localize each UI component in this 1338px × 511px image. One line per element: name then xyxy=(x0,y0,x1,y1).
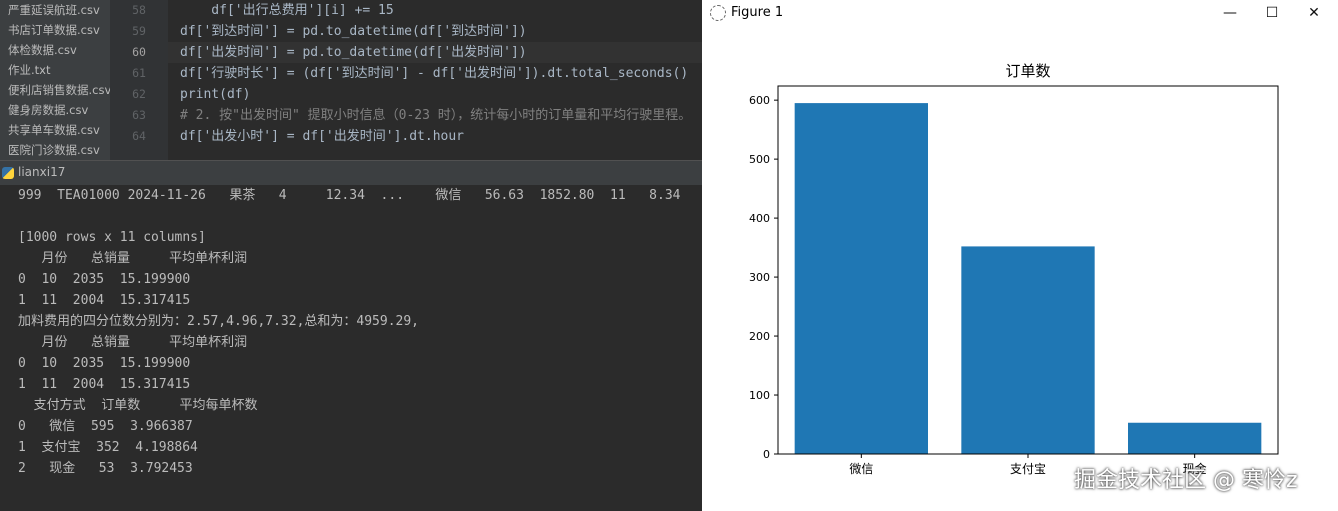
line-number: 64 xyxy=(132,129,146,143)
project-file-list: 严重延误航班.csv 书店订单数据.csv 体检数据.csv 作业.txt 便利店销售数… xyxy=(0,0,110,160)
file-item[interactable]: 作业.txt xyxy=(0,60,110,80)
code-line[interactable]: df['出行总费用'][i] += 15 xyxy=(168,0,702,21)
maximize-button[interactable]: ☐ xyxy=(1252,2,1292,24)
code-line[interactable]: df['到达时间'] = pd.to_datetime(df['到达时间']) xyxy=(168,21,702,42)
y-tick-label: 600 xyxy=(749,94,770,107)
console-line: 1 支付宝 352 4.198864 xyxy=(18,440,198,455)
console-line: 月份 总销量 平均单杯利润 xyxy=(18,251,248,266)
bar xyxy=(961,246,1095,454)
code-line[interactable]: # 2. 按"出发时间" 提取小时信息（0-23 时），统计每小时的订单量和平均… xyxy=(168,105,702,126)
x-tick-label: 微信 xyxy=(849,462,873,476)
y-tick-label: 0 xyxy=(763,448,770,461)
code-editor[interactable]: df['出行总费用'][i] += 15 df['到达时间'] = pd.to_d… xyxy=(168,0,702,160)
console-line: 0 10 2035 15.199900 xyxy=(18,272,191,287)
file-item[interactable]: 严重延误航班.csv xyxy=(0,0,110,20)
y-tick-label: 300 xyxy=(749,271,770,284)
file-item[interactable]: 便利店销售数据.csv xyxy=(0,80,110,100)
console-line: 1 11 2004 15.317415 xyxy=(18,293,191,308)
chart-title: 订单数 xyxy=(1005,62,1050,80)
console-line: 0 10 2035 15.199900 xyxy=(18,356,191,371)
watermark: 掘金技术社区 @ 寒怜z xyxy=(1074,468,1298,493)
file-item[interactable]: 健身房数据.csv xyxy=(0,100,110,120)
y-tick-label: 400 xyxy=(749,212,770,225)
code-line[interactable]: df['出发时间'] = pd.to_datetime(df['出发时间']) xyxy=(168,42,702,63)
console-line: 加料费用的四分位数分别为：2.57,4.96,7.32,总和为：4959.29, xyxy=(18,314,420,329)
line-number: 63 xyxy=(132,108,146,122)
console-line: 1 11 2004 15.317415 xyxy=(18,377,191,392)
file-item[interactable]: 体检数据.csv xyxy=(0,40,110,60)
minimize-button[interactable]: — xyxy=(1210,2,1250,24)
console-line: 0 微信 595 3.966387 xyxy=(18,419,193,434)
run-tool-window-header: lianxi17 xyxy=(0,160,702,186)
console-line: 999 TEA01000 2024-11-26 果茶 4 12.34 ... 微… xyxy=(18,188,681,203)
console-line: 支付方式 订单数 平均每单杯数 xyxy=(18,398,258,413)
code-line[interactable]: df['行驶时长'] = (df['到达时间'] - df['出发时间']).d… xyxy=(168,63,702,84)
close-button[interactable]: ✕ xyxy=(1294,2,1334,24)
console-line: [1000 rows x 11 columns] xyxy=(18,230,206,245)
x-tick-label: 支付宝 xyxy=(1010,462,1046,476)
run-console-output[interactable]: 999 TEA01000 2024-11-26 果茶 4 12.34 ... 微… xyxy=(0,185,702,511)
line-number: 62 xyxy=(132,87,146,101)
matplotlib-icon xyxy=(710,5,726,21)
figure-window: Figure 1 — ☐ ✕ 订单数 微信 支付宝 现金 0 100 200 300 400 50… xyxy=(702,0,1338,511)
bar-chart: 订单数微信 支付宝 现金0100200300400500600 xyxy=(749,62,1279,476)
bar xyxy=(794,103,928,454)
figure-titlebar: Figure 1 — ☐ ✕ xyxy=(702,0,1338,28)
y-tick-label: 200 xyxy=(749,330,770,343)
line-number-gutter: 58 59 60 61 62 63 64 xyxy=(110,0,168,160)
file-item[interactable]: 共享单车数据.csv xyxy=(0,120,110,140)
file-item[interactable]: 医院门诊数据.csv xyxy=(0,140,110,160)
file-item[interactable]: 书店订单数据.csv xyxy=(0,20,110,40)
code-line[interactable]: df['出发小时'] = df['出发时间'].dt.hour xyxy=(168,126,702,147)
code-line[interactable]: print(df) xyxy=(168,84,702,105)
line-number: 58 xyxy=(132,3,146,17)
console-line: 月份 总销量 平均单杯利润 xyxy=(18,335,248,350)
figure-window-title: Figure 1 xyxy=(731,5,784,20)
ide-pane: 严重延误航班.csv 书店订单数据.csv 体检数据.csv 作业.txt 便利店销售数… xyxy=(0,0,702,511)
line-number: 59 xyxy=(132,24,146,38)
bar xyxy=(1128,422,1262,454)
line-number: 60 xyxy=(132,45,146,59)
y-tick-label: 500 xyxy=(749,153,770,166)
y-tick-label: 100 xyxy=(749,389,770,402)
console-line: 2 现金 53 3.792453 xyxy=(18,461,193,476)
line-number: 61 xyxy=(132,66,146,80)
python-icon xyxy=(2,167,14,179)
run-tab-label[interactable]: lianxi17 xyxy=(18,165,65,179)
